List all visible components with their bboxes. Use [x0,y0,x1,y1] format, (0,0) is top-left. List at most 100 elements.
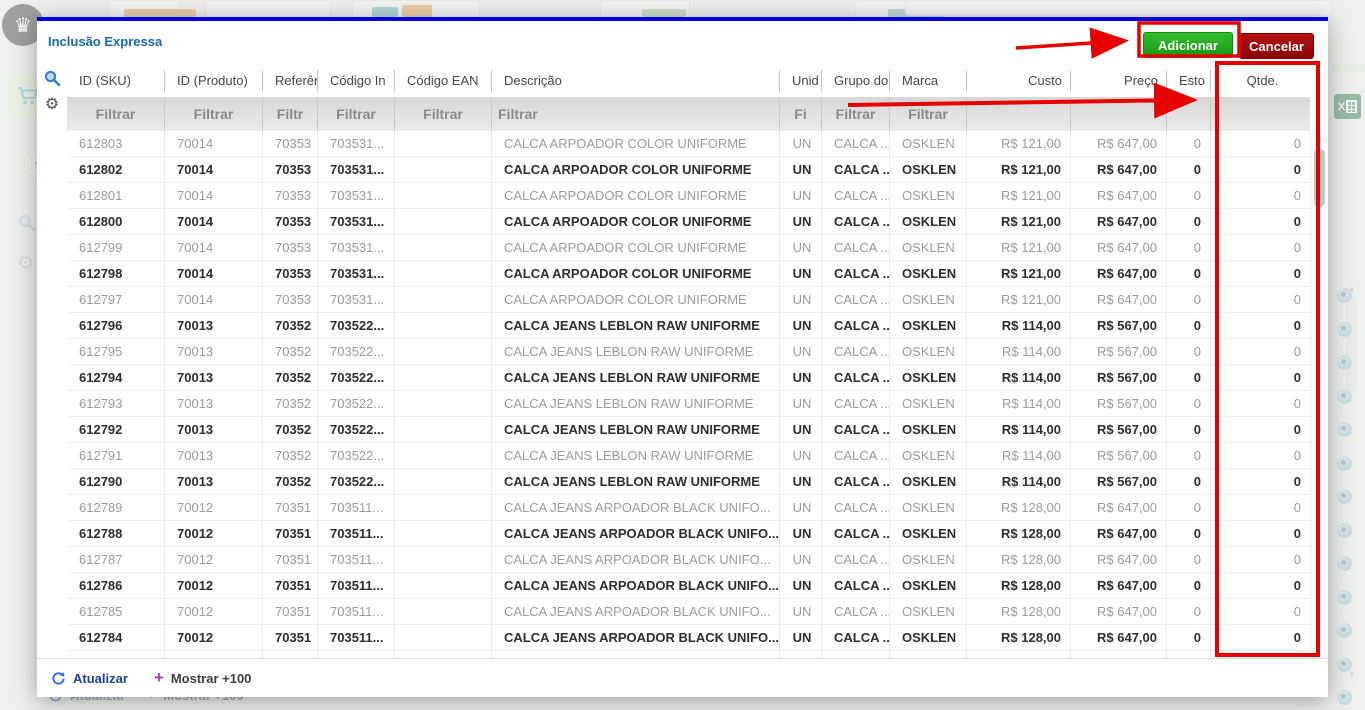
adicionar-button[interactable]: Adicionar [1143,32,1233,58]
filter-input-grupo[interactable]: Filtrar [822,97,890,131]
cell-qtde[interactable]: 0 [1211,235,1310,260]
column-header-preco[interactable]: Preço [1071,69,1167,92]
cell-sku: 612785 [67,599,165,624]
table-row[interactable]: 612800 70014 70353 703531... CALCA ARPOADOR … [67,209,1310,235]
cell-qtde[interactable]: 0 [1211,599,1310,624]
column-header-grupo[interactable]: Grupo do [822,69,890,92]
table-row[interactable]: 612799 70014 70353 703531... CALCA ARPOADOR … [67,235,1310,261]
cell-marca: OSKLEN [890,625,967,650]
table-row[interactable]: 612789 70012 70351 703511... CALCA JEANS ARP… [67,495,1310,521]
cell-codigo_int: 703522... [318,313,395,338]
cell-qtde[interactable]: 0 [1211,365,1310,390]
filter-input-produto[interactable]: Filtrar [165,97,263,131]
table-row[interactable]: 612803 70014 70353 703531... CALCA ARPOADOR … [67,131,1310,157]
cell-produto: 70013 [165,339,263,364]
mostrar-100-button[interactable]: + Mostrar +100 [154,669,252,686]
cell-qtde[interactable]: 0 [1211,313,1310,338]
cell-qtde[interactable]: 0 [1211,495,1310,520]
cell-estoque: 0 [1167,495,1211,520]
column-header-custo[interactable]: Custo [967,69,1071,92]
modal-title: Inclusão Expressa [48,34,163,49]
table-row[interactable]: 612796 70013 70352 703522... CALCA JEANS LEB… [67,313,1310,339]
filter-input-referencia[interactable]: Filtr [263,97,318,131]
cell-qtde[interactable]: 0 [1211,573,1310,598]
filter-input-qtde[interactable] [1211,97,1310,131]
table-row[interactable]: 612797 70014 70353 703531... CALCA ARPOADOR … [67,287,1310,313]
table-row[interactable]: 612784 70012 70351 703511... CALCA JEANS ARP… [67,625,1310,651]
table-row[interactable]: 612801 70014 70353 703531... CALCA ARPOADOR … [67,183,1310,209]
inclusao-expressa-modal: Inclusão Expressa Adicionar Cancelar ID … [37,17,1328,697]
column-header-codigo_ean[interactable]: Código EAN [395,69,492,92]
table-row[interactable]: 612790 70013 70352 703522... CALCA JEANS LEB… [67,469,1310,495]
filter-input-descricao[interactable]: Filtrar [492,97,780,131]
cell-grupo: CALCA ... [822,209,890,234]
atualizar-button[interactable]: Atualizar [51,671,128,686]
table-scrollbar[interactable]: ▲ [1310,131,1328,656]
scrollbar-thumb[interactable] [1314,149,1325,207]
table-row[interactable]: 612788 70012 70351 703511... CALCA JEANS ARP… [67,521,1310,547]
cell-estoque: 0 [1167,313,1211,338]
table-row[interactable]: 612795 70013 70352 703522... CALCA JEANS LEB… [67,339,1310,365]
table-row[interactable]: 612793 70013 70352 703522... CALCA JEANS LEB… [67,391,1310,417]
cell-estoque: 0 [1167,573,1211,598]
table-row[interactable]: 612798 70014 70353 703531... CALCA ARPOADOR … [67,261,1310,287]
cell-qtde[interactable]: 0 [1211,469,1310,494]
cell-preco: R$ 647,00 [1071,183,1167,208]
column-header-sku[interactable]: ID (SKU) [67,69,165,92]
gear-icon[interactable]: ⚙ [45,97,59,113]
cell-descricao: CALCA JEANS ARPOADOR BLACK UNIFO... [492,521,780,546]
column-header-qtde[interactable]: Qtde. [1211,70,1310,92]
table-row[interactable]: 612791 70013 70352 703522... CALCA JEANS LEB… [67,443,1310,469]
cell-produto: 70014 [165,131,263,156]
table-row[interactable]: 612794 70013 70352 703522... CALCA JEANS LEB… [67,365,1310,391]
table-row[interactable]: 612787 70012 70351 703511... CALCA JEANS ARP… [67,547,1310,573]
filter-input-marca[interactable]: Filtrar [890,97,967,131]
column-header-estoque[interactable]: Esto [1167,69,1211,92]
cancelar-button[interactable]: Cancelar [1239,33,1314,59]
column-header-descricao[interactable]: Descrição [492,69,780,92]
column-header-referencia[interactable]: Referên [263,69,318,92]
scroll-up-icon[interactable]: ▲ [1315,134,1323,143]
cell-preco: R$ 647,00 [1071,131,1167,156]
cell-codigo_int: 703531... [318,287,395,312]
cell-unid: UN [780,443,822,468]
column-header-marca[interactable]: Marca [890,69,967,92]
cell-grupo: CALCA ... [822,417,890,442]
cell-qtde[interactable]: 0 [1211,443,1310,468]
cell-codigo_int: 703511... [318,547,395,572]
cell-qtde[interactable]: 0 [1211,625,1310,650]
cell-qtde[interactable]: 0 [1211,157,1310,182]
cell-qtde[interactable]: 0 [1211,417,1310,442]
cell-qtde[interactable]: 0 [1211,183,1310,208]
filter-input-estoque[interactable] [1167,97,1211,131]
cell-qtde[interactable]: 0 [1211,287,1310,312]
filter-input-custo[interactable] [967,97,1071,131]
cell-qtde[interactable]: 0 [1211,521,1310,546]
column-header-codigo_int[interactable]: Código In [318,69,395,92]
cell-qtde[interactable]: 0 [1211,209,1310,234]
cell-marca: OSKLEN [890,469,967,494]
filter-input-codigo_ean[interactable]: Filtrar [395,97,492,131]
cell-qtde[interactable]: 0 [1211,339,1310,364]
table-row[interactable]: 612792 70013 70352 703522... CALCA JEANS LEB… [67,417,1310,443]
cell-custo: R$ 128,00 [967,547,1071,572]
filter-input-codigo_int[interactable]: Filtrar [318,97,395,131]
cell-qtde[interactable]: 0 [1211,547,1310,572]
table-row[interactable]: 612802 70014 70353 703531... CALCA ARPOADOR … [67,157,1310,183]
filter-input-unid[interactable]: Fi [780,97,822,131]
cell-codigo_ean [395,365,492,390]
cell-qtde[interactable]: 0 [1211,131,1310,156]
cell-unid: UN [780,573,822,598]
cell-qtde[interactable]: 0 [1211,261,1310,286]
filter-input-sku[interactable]: Filtrar [67,97,165,131]
column-header-unid[interactable]: Unid [780,69,822,92]
table-row[interactable]: 612786 70012 70351 703511... CALCA JEANS ARP… [67,573,1310,599]
table-tools-gutter: ⚙ [37,64,67,131]
column-header-produto[interactable]: ID (Produto) [165,69,263,92]
filter-input-preco[interactable] [1071,97,1167,131]
table-row[interactable]: 612785 70012 70351 703511... CALCA JEANS ARP… [67,599,1310,625]
cell-qtde[interactable]: 0 [1211,391,1310,416]
cell-unid: UN [780,235,822,260]
search-icon[interactable] [44,70,61,92]
eye-icon [1337,556,1352,571]
